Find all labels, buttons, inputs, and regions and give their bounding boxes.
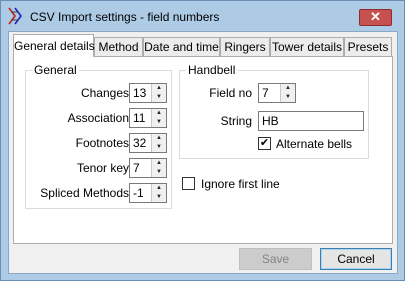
ignore-first-line-label[interactable]: Ignore first line <box>201 177 280 191</box>
string-label: String <box>220 114 252 128</box>
alternate-bells-label[interactable]: Alternate bells <box>276 137 352 151</box>
close-button[interactable]: ✕ <box>359 9 392 26</box>
tenor-key-spinner[interactable]: 7 ▲ ▼ <box>129 158 167 178</box>
handbell-group-title: Handbell <box>186 63 238 77</box>
string-input[interactable]: HB <box>258 111 364 131</box>
spinner-buttons: ▲ ▼ <box>151 109 166 127</box>
close-icon: ✕ <box>370 9 381 24</box>
csv-app-icon <box>8 7 22 25</box>
spliced-methods-value: -1 <box>133 186 144 200</box>
tab-method[interactable]: Method <box>94 37 143 56</box>
spin-down-icon[interactable]: ▼ <box>152 93 166 102</box>
spin-down-icon[interactable]: ▼ <box>281 93 295 102</box>
changes-spinner[interactable]: 13 ▲ ▼ <box>129 83 167 103</box>
spin-down-icon[interactable]: ▼ <box>152 143 166 152</box>
window-title: CSV Import settings - field numbers <box>30 10 220 24</box>
field-no-spinner[interactable]: 7 ▲ ▼ <box>258 83 296 103</box>
field-no-label: Field no <box>209 86 252 100</box>
footnotes-label: Footnotes <box>75 136 129 150</box>
tab-label: Ringers <box>224 40 266 54</box>
association-value: 11 <box>133 111 146 125</box>
tab-label: Date and time <box>144 40 219 54</box>
spin-down-icon[interactable]: ▼ <box>152 118 166 127</box>
general-group-title: General <box>32 63 79 77</box>
tenor-key-value: 7 <box>133 161 140 175</box>
association-spinner[interactable]: 11 ▲ ▼ <box>129 108 167 128</box>
spliced-methods-spinner[interactable]: -1 ▲ ▼ <box>129 183 167 203</box>
tab-general-details[interactable]: General details <box>13 34 95 57</box>
check-icon: ✔ <box>259 137 270 149</box>
spinner-buttons: ▲ ▼ <box>280 84 295 102</box>
spin-down-icon[interactable]: ▼ <box>152 193 166 202</box>
field-no-value: 7 <box>262 86 269 100</box>
spinner-buttons: ▲ ▼ <box>151 84 166 102</box>
tab-presets[interactable]: Presets <box>344 37 392 56</box>
cancel-button[interactable]: Cancel <box>320 248 392 270</box>
tab-label: Presets <box>347 40 389 54</box>
spliced-methods-label: Spliced Methods <box>40 186 129 200</box>
alternate-bells-checkbox[interactable]: ✔ <box>258 137 271 150</box>
spinner-buttons: ▲ ▼ <box>151 184 166 202</box>
changes-value: 13 <box>133 86 147 100</box>
footnotes-value: 32 <box>133 136 147 150</box>
tenor-key-label: Tenor key <box>76 161 129 175</box>
tab-label: Method <box>98 40 139 54</box>
association-label: Association <box>67 111 129 125</box>
tab-panel-general-details: General Changes 13 ▲ ▼ Association 11 ▲ … <box>13 56 393 244</box>
general-group: General Changes 13 ▲ ▼ Association 11 ▲ … <box>25 63 172 209</box>
spinner-buttons: ▲ ▼ <box>151 159 166 177</box>
tab-ringers[interactable]: Ringers <box>220 37 270 56</box>
tab-label: Tower details <box>271 40 343 54</box>
spinner-buttons: ▲ ▼ <box>151 134 166 152</box>
dialog-client: General details Method Date and time Rin… <box>8 31 398 274</box>
dialog-window: CSV Import settings - field numbers ✕ Ge… <box>0 0 405 281</box>
tab-tower-details[interactable]: Tower details <box>270 37 344 56</box>
changes-label: Changes <box>80 86 129 100</box>
tab-label: General details <box>14 39 95 53</box>
title-bar[interactable]: CSV Import settings - field numbers ✕ <box>1 1 404 33</box>
tab-date-and-time[interactable]: Date and time <box>143 37 220 56</box>
footnotes-spinner[interactable]: 32 ▲ ▼ <box>129 133 167 153</box>
string-value: HB <box>262 114 279 128</box>
spin-down-icon[interactable]: ▼ <box>152 168 166 177</box>
save-button[interactable]: Save <box>239 248 312 270</box>
ignore-first-line-checkbox[interactable] <box>182 177 195 190</box>
handbell-group: Handbell Field no 7 ▲ ▼ String HB ✔ Alte… <box>179 63 369 159</box>
